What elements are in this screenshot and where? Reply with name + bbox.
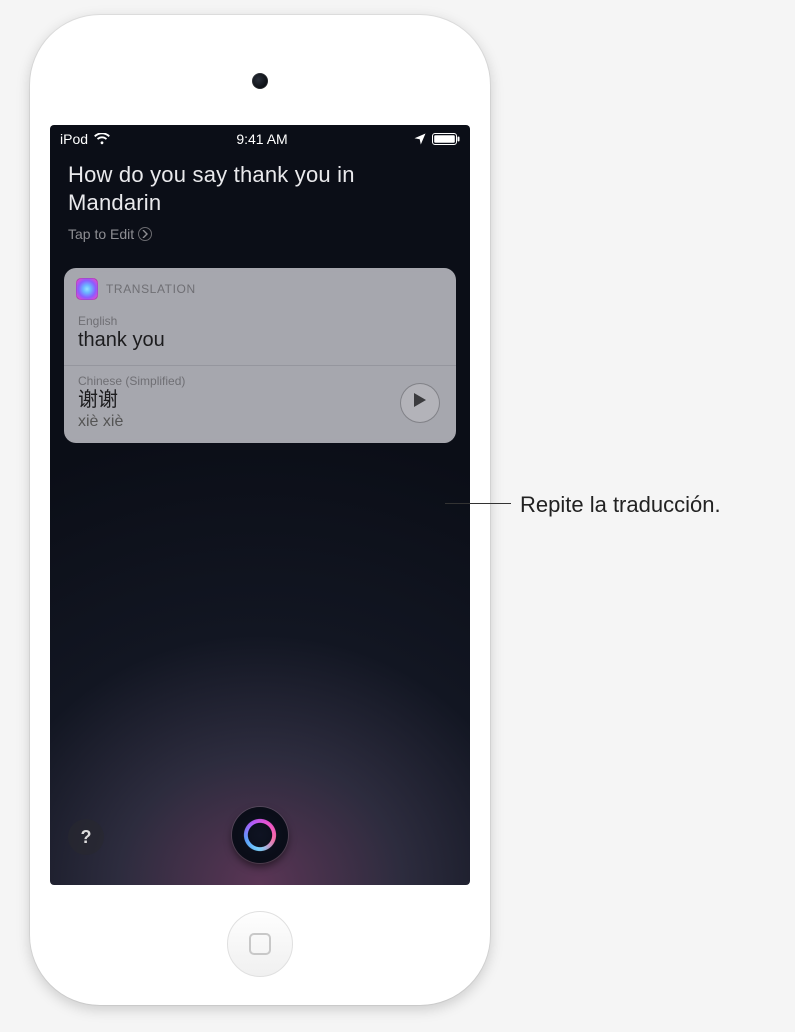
siri-help-button[interactable]: ? xyxy=(68,819,104,855)
card-title: TRANSLATION xyxy=(106,282,196,296)
carrier-label: iPod xyxy=(60,131,88,147)
siri-screen: iPod 9:41 AM xyxy=(50,125,470,885)
siri-query-text: How do you say thank you in Mandarin xyxy=(68,161,452,216)
play-translation-button[interactable] xyxy=(400,383,440,423)
source-text: thank you xyxy=(78,328,442,353)
translated-text: 谢谢 xyxy=(78,388,185,413)
status-bar: iPod 9:41 AM xyxy=(50,125,470,147)
front-camera xyxy=(252,73,268,89)
location-icon xyxy=(414,133,426,145)
battery-icon xyxy=(432,133,460,145)
home-button xyxy=(227,911,293,977)
source-language-label: English xyxy=(78,314,442,328)
question-mark-icon: ? xyxy=(81,827,92,848)
play-icon xyxy=(413,392,427,413)
siri-orb-button[interactable] xyxy=(232,807,288,863)
clock: 9:41 AM xyxy=(236,131,287,147)
chevron-right-icon xyxy=(138,227,152,241)
romanization-text: xiè xiè xyxy=(78,413,185,431)
wifi-icon xyxy=(94,133,110,145)
target-language-label: Chinese (Simplified) xyxy=(78,374,185,388)
siri-wave-icon xyxy=(240,815,279,854)
callout-leader-line xyxy=(445,503,511,504)
callout-label: Repite la traducción. xyxy=(520,492,721,518)
tap-to-edit[interactable]: Tap to Edit xyxy=(68,226,152,242)
siri-app-icon xyxy=(76,278,98,300)
translation-card: TRANSLATION English thank you Chinese (S… xyxy=(64,268,456,443)
tap-to-edit-label: Tap to Edit xyxy=(68,226,134,242)
ipod-device-frame: iPod 9:41 AM xyxy=(30,15,490,1005)
